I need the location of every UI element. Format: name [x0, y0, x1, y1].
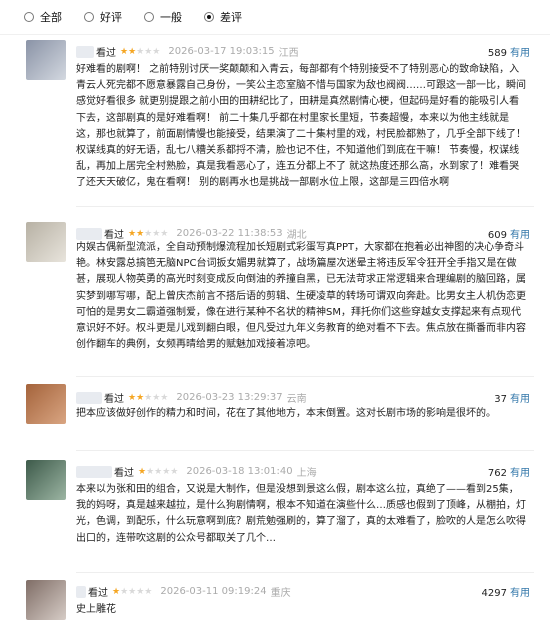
review-item: 看过 ★★★★★ 2026-03-23 13:29:37 云南 37 有用 把本应…: [0, 384, 550, 444]
review-location: 湖北: [286, 230, 307, 241]
avatar[interactable]: [26, 40, 66, 80]
review-action: 看过: [88, 588, 108, 599]
filter-label: 一般: [160, 11, 182, 24]
review-location: 重庆: [270, 588, 291, 599]
filter-label: 差评: [220, 11, 242, 24]
avatar[interactable]: [26, 460, 66, 500]
vote-number: 762: [487, 468, 507, 479]
review-item: 看过 ★★★★★ 2026-03-18 13:01:40 上海 762 有用 本来…: [0, 458, 550, 558]
avatar[interactable]: [26, 222, 66, 262]
review-meta: 看过 ★★★★★ 2026-03-18 13:01:40 上海: [76, 464, 317, 479]
review-meta: 看过 ★★★★★ 2026-03-17 19:03:15 江西: [76, 44, 299, 59]
review-date: 2026-03-23 13:29:37: [176, 392, 283, 403]
rating-stars: ★★★★★: [128, 392, 169, 403]
radio-button-selected[interactable]: [204, 12, 214, 22]
filter-all[interactable]: 全部: [24, 9, 62, 25]
review-date: 2026-03-18 13:01:40: [186, 466, 293, 477]
review-meta: 看过 ★★★★★ 2026-03-22 11:38:53 湖北: [76, 226, 307, 241]
username-redacted[interactable]: [76, 585, 86, 598]
review-action: 看过: [114, 468, 134, 479]
rating-stars: ★★★★★: [112, 586, 153, 597]
rating-stars: ★★★★★: [138, 466, 179, 477]
review-date: 2026-03-22 11:38:53: [176, 228, 283, 239]
review-content: 好难看的剧啊！ 之前特别讨厌一奖颠颠和入青云，每部都有个特别接受不了特别恶心的致…: [76, 64, 526, 189]
review-content: 内娱古偶新型流派，全自动预制爆流程加长短剧式彩蛋写真PPT，大家都在抱着必出神图…: [76, 242, 526, 351]
review-meta: 看过 ★★★★★ 2026-03-11 09:19:24 重庆: [76, 584, 291, 599]
filter-neutral[interactable]: 一般: [144, 9, 182, 25]
review-date: 2026-03-17 19:03:15: [168, 46, 275, 57]
rating-stars: ★★★★★: [128, 228, 169, 239]
vote-number: 37: [494, 394, 507, 405]
filter-label: 全部: [40, 11, 62, 24]
username-redacted[interactable]: [76, 45, 94, 58]
review-content: 把本应该做好创作的精力和时间，花在了其他地方，本末倒置。这对长剧市场的影响是很坏…: [76, 408, 496, 419]
vote-count: 589 有用: [488, 44, 530, 59]
vote-count: 762 有用: [488, 464, 530, 479]
review-date: 2026-03-11 09:19:24: [160, 586, 267, 597]
review-location: 上海: [296, 468, 317, 479]
vote-count: 4297 有用: [482, 584, 530, 599]
avatar[interactable]: [26, 384, 66, 424]
avatar[interactable]: [26, 580, 66, 620]
username-redacted[interactable]: [76, 391, 102, 404]
radio-button[interactable]: [24, 12, 34, 22]
review-location: 江西: [278, 48, 299, 59]
divider: [76, 450, 534, 451]
review-location: 云南: [286, 394, 307, 405]
vote-number: 4297: [481, 588, 507, 599]
useful-button[interactable]: 有用: [510, 394, 530, 405]
username-redacted[interactable]: [76, 465, 112, 478]
vote-count: 609 有用: [488, 226, 530, 241]
review-action: 看过: [96, 48, 116, 59]
filter-negative[interactable]: 差评: [204, 9, 242, 25]
review-content: 史上雕花: [76, 604, 116, 615]
review-item: 看过 ★★★★★ 2026-03-22 11:38:53 湖北 609 有用 内娱…: [0, 220, 550, 370]
radio-button[interactable]: [84, 12, 94, 22]
filter-label: 好评: [100, 11, 122, 24]
review-item: 看过 ★★★★★ 2026-03-11 09:19:24 重庆 4297 有用 史…: [0, 578, 550, 633]
vote-count: 37 有用: [494, 390, 530, 405]
useful-button[interactable]: 有用: [510, 48, 530, 59]
divider: [76, 206, 534, 207]
filter-positive[interactable]: 好评: [84, 9, 122, 25]
divider: [76, 572, 534, 573]
rating-stars: ★★★★★: [120, 46, 161, 57]
review-action: 看过: [104, 394, 124, 405]
review-content: 本来以为张和田的组合，又说是大制作，但是没想到景这么假，剧本这么拉，真绝了——看…: [76, 484, 526, 544]
radio-button[interactable]: [144, 12, 154, 22]
review-meta: 看过 ★★★★★ 2026-03-23 13:29:37 云南: [76, 390, 307, 405]
useful-button[interactable]: 有用: [510, 468, 530, 479]
username-redacted[interactable]: [76, 227, 102, 240]
vote-number: 589: [487, 48, 507, 59]
useful-button[interactable]: 有用: [510, 588, 530, 599]
rating-filter-bar: 全部 好评 一般 差评: [0, 0, 550, 35]
review-item: 看过 ★★★★★ 2026-03-17 19:03:15 江西 589 有用 好难…: [0, 38, 550, 198]
divider: [76, 376, 534, 377]
review-action: 看过: [104, 230, 124, 241]
